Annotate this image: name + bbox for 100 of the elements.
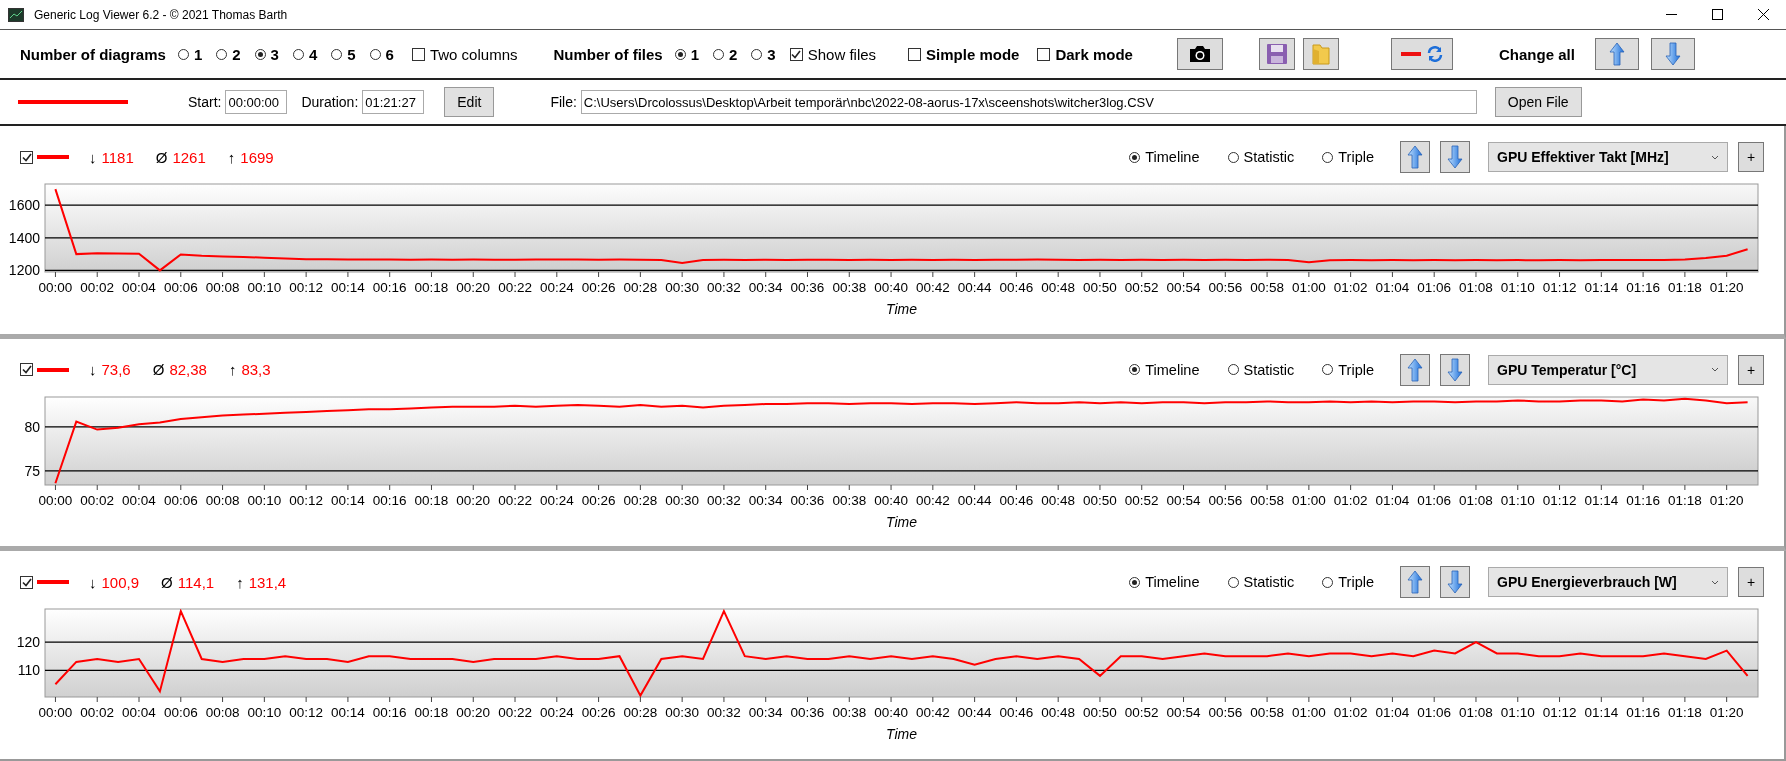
statistic-value: Ø 114,1 [161, 573, 215, 591]
line-color-refresh-button[interactable] [1390, 38, 1453, 70]
close-icon [1757, 9, 1769, 20]
checkbox[interactable]: Dark mode [1037, 45, 1133, 63]
channel-dropdown[interactable]: GPU Effektiver Takt [MHz] [1488, 142, 1728, 172]
radio-option[interactable]: 3 [751, 45, 776, 63]
radio-option[interactable]: 1 [674, 45, 699, 63]
x-tick-label: 00:32 [707, 492, 741, 508]
radio-option[interactable]: 5 [331, 45, 356, 63]
radio-option[interactable]: Triple [1322, 361, 1374, 378]
radio-option[interactable]: Statistic [1227, 149, 1295, 165]
x-tick-label: 00:30 [665, 705, 700, 721]
arrow-down-icon [1447, 145, 1463, 169]
checkbox[interactable]: Two columns [411, 45, 518, 63]
diagrams-label: Number of diagrams [20, 45, 166, 63]
file-path-field[interactable]: C:\Users\Drcolossus\Desktop\Arbeit temporär\nbc\2022-08-aorus-17x\sceenshots\witcher3log.CSV [580, 90, 1477, 114]
radio-option[interactable]: 6 [369, 45, 394, 63]
x-tick-label: 01:06 [1417, 492, 1452, 508]
y-tick-label: 1600 [8, 197, 40, 214]
move-up-button[interactable] [1400, 141, 1430, 173]
minimize-icon [1665, 14, 1677, 15]
window-title: Generic Log Viewer 6.2 - © 2021 Thomas Barth [34, 7, 289, 22]
save-button[interactable] [1258, 38, 1295, 70]
arrow-down-icon [1447, 570, 1463, 595]
checkbox[interactable] [20, 150, 33, 164]
x-tick-label: 01:20 [1709, 705, 1744, 721]
x-tick-label: 00:24 [539, 280, 574, 295]
open-folder-button[interactable] [1302, 38, 1339, 70]
radio-option[interactable]: Statistic [1227, 574, 1295, 591]
x-tick-label: 01:00 [1291, 492, 1326, 508]
move-down-button[interactable] [1440, 566, 1470, 599]
x-tick-label: 01:18 [1668, 280, 1702, 295]
move-up-button[interactable] [1400, 353, 1430, 386]
x-tick-label: 01:06 [1417, 280, 1452, 295]
move-all-down-button[interactable] [1650, 38, 1695, 70]
arrow-up-icon [1407, 145, 1423, 169]
checkbox[interactable] [20, 575, 33, 589]
move-down-button[interactable] [1440, 141, 1470, 173]
x-tick-label: 00:34 [748, 492, 783, 508]
x-tick-label: 00:58 [1250, 705, 1284, 721]
radio-option[interactable]: 1 [177, 45, 203, 63]
duration-field[interactable]: 01:21:27 [362, 90, 425, 114]
x-tick-label: 00:20 [456, 705, 491, 721]
x-tick-label: 00:00 [38, 280, 73, 295]
x-tick-label: 00:36 [790, 492, 825, 508]
x-tick-label: 00:38 [832, 280, 867, 295]
x-tick-label: 00:50 [1083, 705, 1117, 721]
channel-dropdown[interactable]: GPU Energieverbrauch [W] [1488, 567, 1728, 598]
x-tick-label: 00:42 [915, 492, 950, 508]
statistic-value: ↓ 73,6 [89, 361, 131, 379]
checkbox[interactable]: Show files [789, 45, 877, 63]
open-file-button[interactable]: Open File [1494, 87, 1582, 117]
radio-option[interactable]: 4 [292, 45, 318, 63]
files-label: Number of files [553, 45, 663, 63]
statistic-value: Ø 1261 [155, 148, 206, 166]
duration-label: Duration: [301, 94, 359, 110]
move-down-button[interactable] [1440, 353, 1470, 386]
checkbox[interactable] [20, 363, 33, 377]
add-button[interactable]: + [1738, 354, 1764, 385]
y-tick-label: 1400 [8, 229, 40, 246]
x-tick-label: 01:02 [1333, 705, 1368, 721]
x-tick-label: 00:36 [790, 280, 825, 295]
x-tick-label: 00:42 [915, 280, 950, 295]
x-tick-label: 00:56 [1208, 705, 1243, 721]
radio-option[interactable]: Statistic [1227, 361, 1295, 378]
add-button[interactable]: + [1738, 567, 1764, 598]
radio-option[interactable]: Timeline [1129, 149, 1200, 165]
channel-dropdown[interactable]: GPU Temperatur [°C] [1488, 354, 1728, 385]
x-tick-label: 01:08 [1459, 280, 1493, 295]
checkbox[interactable]: Simple mode [908, 45, 1020, 63]
radio-option[interactable]: Timeline [1129, 574, 1200, 591]
x-tick-label: 00:10 [247, 280, 282, 295]
x-tick-label: 00:26 [581, 705, 616, 721]
x-tick-label: 00:32 [707, 705, 741, 721]
x-tick-label: 00:48 [1041, 492, 1076, 508]
x-tick-label: 01:08 [1459, 705, 1493, 721]
radio-option[interactable]: 3 [254, 45, 279, 63]
radio-option[interactable]: 2 [216, 45, 241, 63]
x-tick-label: 01:14 [1584, 492, 1619, 508]
app-icon [8, 7, 24, 22]
x-tick-label: 01:14 [1584, 705, 1619, 721]
x-tick-label: 00:08 [205, 492, 240, 508]
x-tick-label: 00:04 [122, 705, 156, 721]
x-tick-label: 01:04 [1375, 492, 1410, 508]
start-field[interactable]: 00:00:00 [225, 90, 288, 114]
x-tick-label: 00:56 [1208, 492, 1243, 508]
add-button[interactable]: + [1738, 142, 1764, 172]
move-up-button[interactable] [1400, 566, 1430, 599]
edit-button[interactable]: Edit [444, 87, 495, 117]
screenshot-button[interactable] [1176, 38, 1223, 70]
y-tick-label: 75 [24, 462, 40, 479]
x-tick-label: 00:14 [331, 705, 365, 721]
radio-option[interactable]: Triple [1322, 149, 1374, 165]
radio-option[interactable]: Triple [1322, 574, 1374, 591]
x-tick-label: 00:28 [623, 280, 658, 295]
move-all-up-button[interactable] [1594, 38, 1639, 70]
check-icon [791, 49, 802, 59]
radio-option[interactable]: 2 [713, 45, 738, 63]
radio-option[interactable]: Timeline [1129, 361, 1200, 378]
x-tick-label: 00:20 [456, 492, 491, 508]
